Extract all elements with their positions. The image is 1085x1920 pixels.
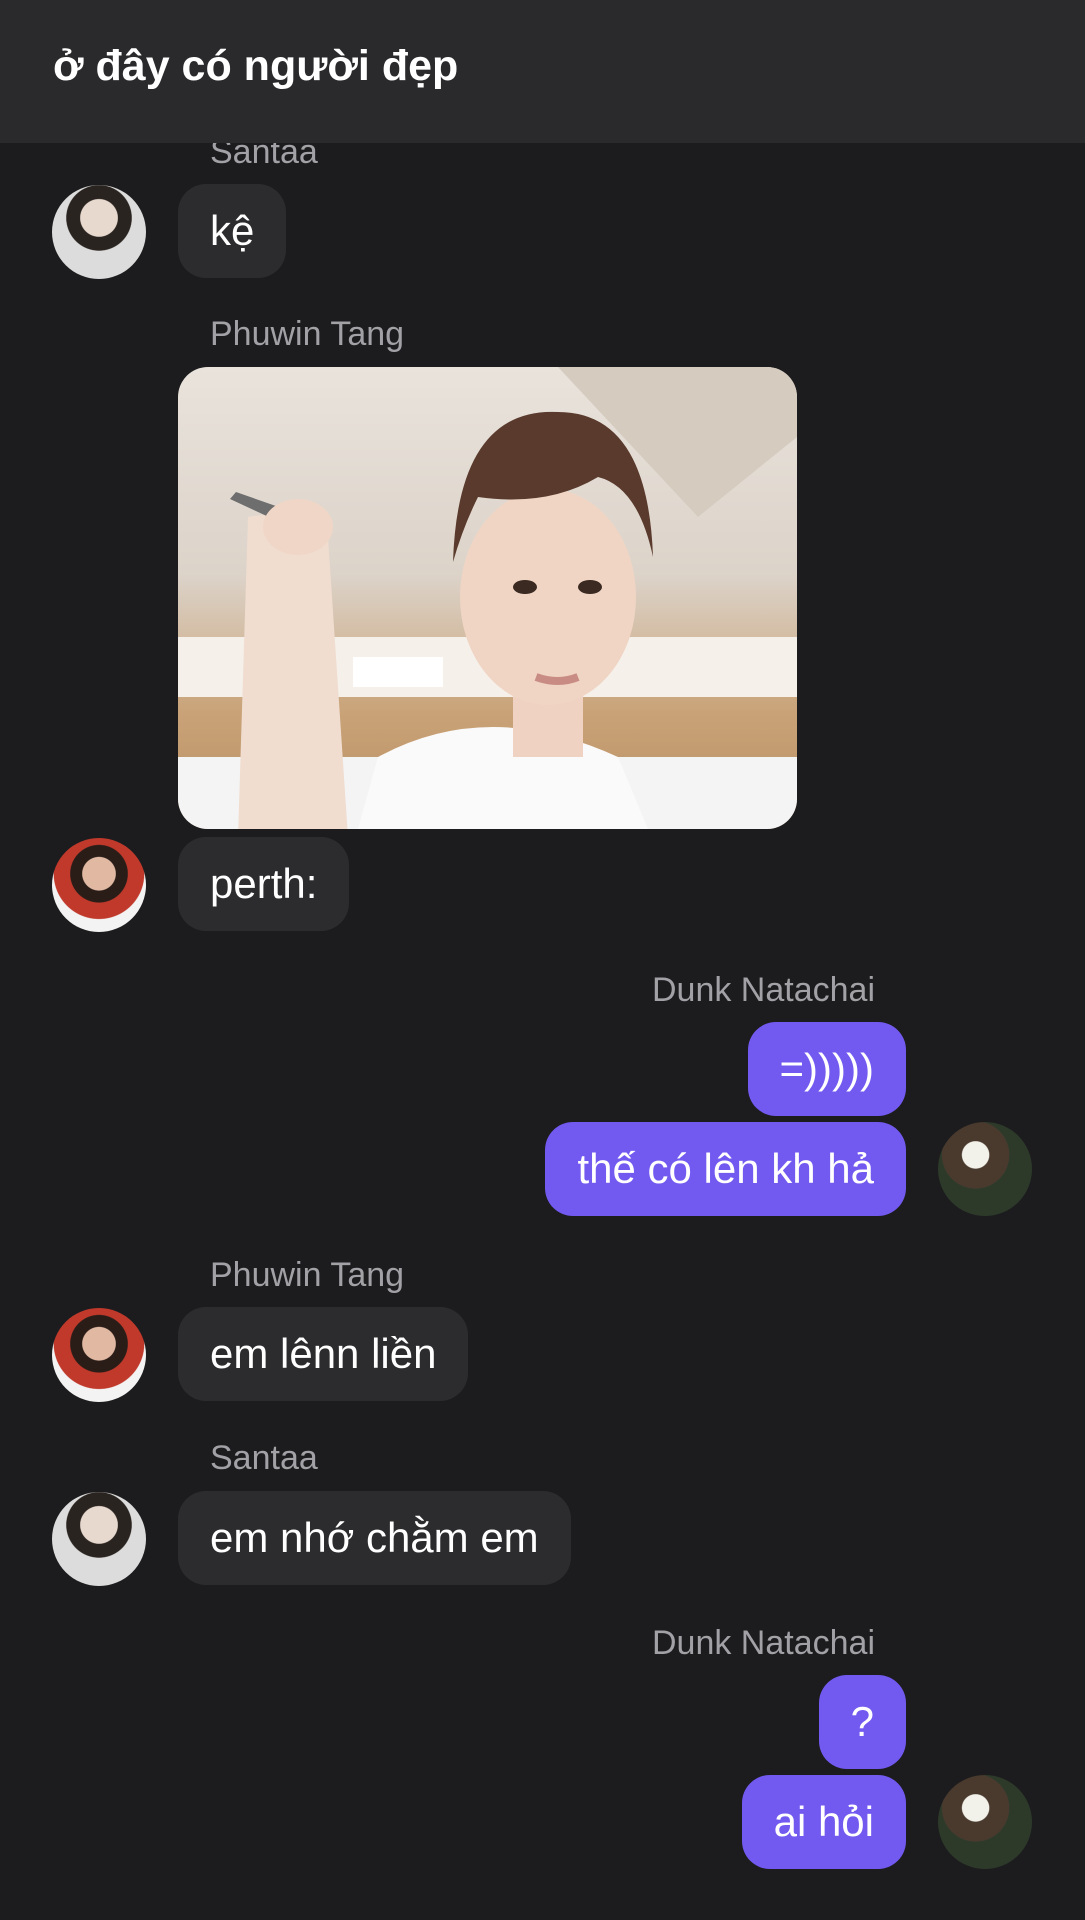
message-bubble-outgoing[interactable]: =))))): [747, 1022, 906, 1116]
avatar-santaa[interactable]: [52, 1492, 146, 1586]
message-bubble[interactable]: kệ: [178, 184, 287, 278]
chat-title: ở đây có người đẹp: [53, 42, 459, 90]
avatar-phuwin[interactable]: [52, 838, 146, 932]
avatar-dunk[interactable]: [938, 1775, 1032, 1869]
message-bubble[interactable]: em lênn liền: [178, 1307, 469, 1401]
sender-name-phuwin: Phuwin Tang: [210, 315, 405, 353]
sender-name-santaa: Santaa: [210, 1439, 318, 1477]
avatar-dunk[interactable]: [938, 1122, 1032, 1216]
sender-name-dunk: Dunk Natachai: [651, 971, 875, 1009]
message-list[interactable]: Santaa kệ Phuwin Tang perth: Dunk Natach…: [0, 0, 1085, 1920]
avatar-santaa[interactable]: [52, 185, 146, 279]
avatar-phuwin[interactable]: [52, 1308, 146, 1402]
message-bubble-outgoing[interactable]: thế có lên kh hả: [545, 1122, 906, 1216]
photo-image: [178, 367, 797, 829]
sender-name-dunk: Dunk Natachai: [651, 1624, 875, 1662]
message-bubble[interactable]: perth:: [178, 837, 350, 931]
message-bubble-outgoing[interactable]: ?: [818, 1675, 906, 1769]
sender-name-phuwin: Phuwin Tang: [210, 1256, 405, 1294]
message-bubble[interactable]: em nhớ chằm em: [178, 1491, 571, 1585]
message-bubble-outgoing[interactable]: ai hỏi: [741, 1775, 906, 1869]
message-photo[interactable]: [178, 367, 797, 829]
chat-header: ở đây có người đẹp: [0, 0, 1085, 143]
